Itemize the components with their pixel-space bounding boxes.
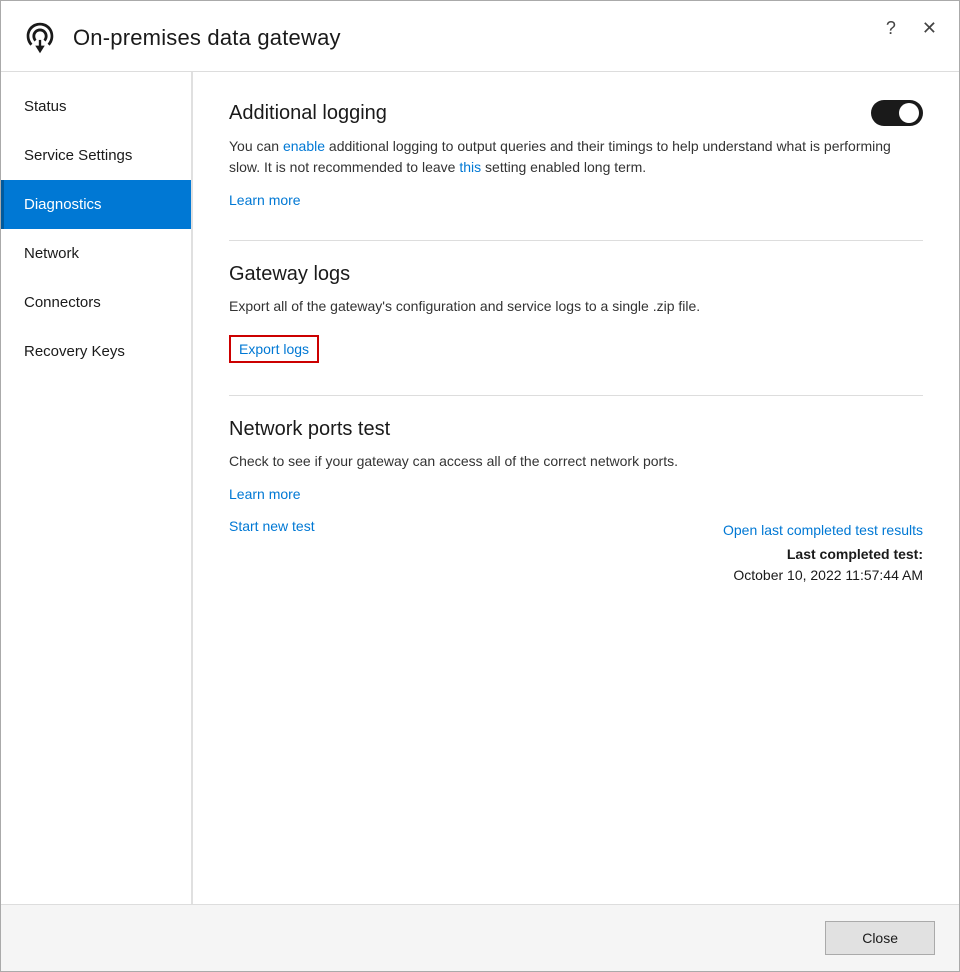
last-completed-date: October 10, 2022 11:57:44 AM — [733, 567, 923, 583]
additional-logging-header: Additional logging — [229, 100, 923, 126]
network-ports-test-title: Network ports test — [229, 418, 390, 440]
last-completed-label: Last completed test: — [787, 546, 923, 562]
start-new-test-link[interactable]: Start new test — [229, 518, 315, 534]
sidebar-item-status[interactable]: Status — [1, 82, 191, 131]
close-button[interactable]: Close — [825, 921, 935, 955]
test-actions: Start new test Open last completed test … — [229, 518, 923, 586]
gateway-logs-section: Gateway logs Export all of the gateway's… — [229, 263, 923, 363]
toggle-knob — [899, 103, 919, 123]
sidebar-item-service-settings[interactable]: Service Settings — [1, 131, 191, 180]
sidebar: Status Service Settings Diagnostics Netw… — [1, 72, 193, 904]
divider-2 — [229, 395, 923, 396]
additional-logging-title: Additional logging — [229, 102, 387, 125]
gateway-icon — [21, 19, 59, 57]
network-ports-learn-more[interactable]: Learn more — [229, 486, 301, 502]
network-ports-test-desc: Check to see if your gateway can access … — [229, 451, 923, 472]
additional-logging-learn-more[interactable]: Learn more — [229, 192, 301, 208]
sidebar-item-network[interactable]: Network — [1, 229, 191, 278]
help-button[interactable]: ? — [880, 17, 902, 39]
additional-logging-toggle[interactable] — [871, 100, 923, 126]
dialog: On-premises data gateway ? ✕ Status Serv… — [0, 0, 960, 972]
title-bar: On-premises data gateway ? ✕ — [1, 1, 959, 72]
sidebar-item-connectors[interactable]: Connectors — [1, 278, 191, 327]
footer: Close — [1, 904, 959, 971]
additional-logging-desc: You can enable additional logging to out… — [229, 136, 923, 178]
gateway-logs-title: Gateway logs — [229, 263, 350, 285]
close-window-button[interactable]: ✕ — [916, 17, 943, 39]
divider-1 — [229, 240, 923, 241]
last-completed-info: Last completed test: October 10, 2022 11… — [723, 544, 923, 586]
dialog-title: On-premises data gateway — [73, 25, 341, 51]
additional-logging-section: Additional logging You can enable additi… — [229, 100, 923, 208]
results-area: Open last completed test results Last co… — [723, 518, 923, 586]
sidebar-item-recovery-keys[interactable]: Recovery Keys — [1, 327, 191, 376]
title-controls: ? ✕ — [880, 17, 943, 39]
content-area: Status Service Settings Diagnostics Netw… — [1, 72, 959, 904]
main-panel: Additional logging You can enable additi… — [193, 72, 959, 904]
open-last-results-link[interactable]: Open last completed test results — [723, 522, 923, 538]
gateway-logs-desc: Export all of the gateway's configuratio… — [229, 296, 923, 317]
export-logs-wrapper: Export logs — [229, 335, 319, 363]
sidebar-item-diagnostics[interactable]: Diagnostics — [1, 180, 191, 229]
export-logs-link[interactable]: Export logs — [239, 341, 309, 357]
network-ports-test-section: Network ports test Check to see if your … — [229, 418, 923, 586]
